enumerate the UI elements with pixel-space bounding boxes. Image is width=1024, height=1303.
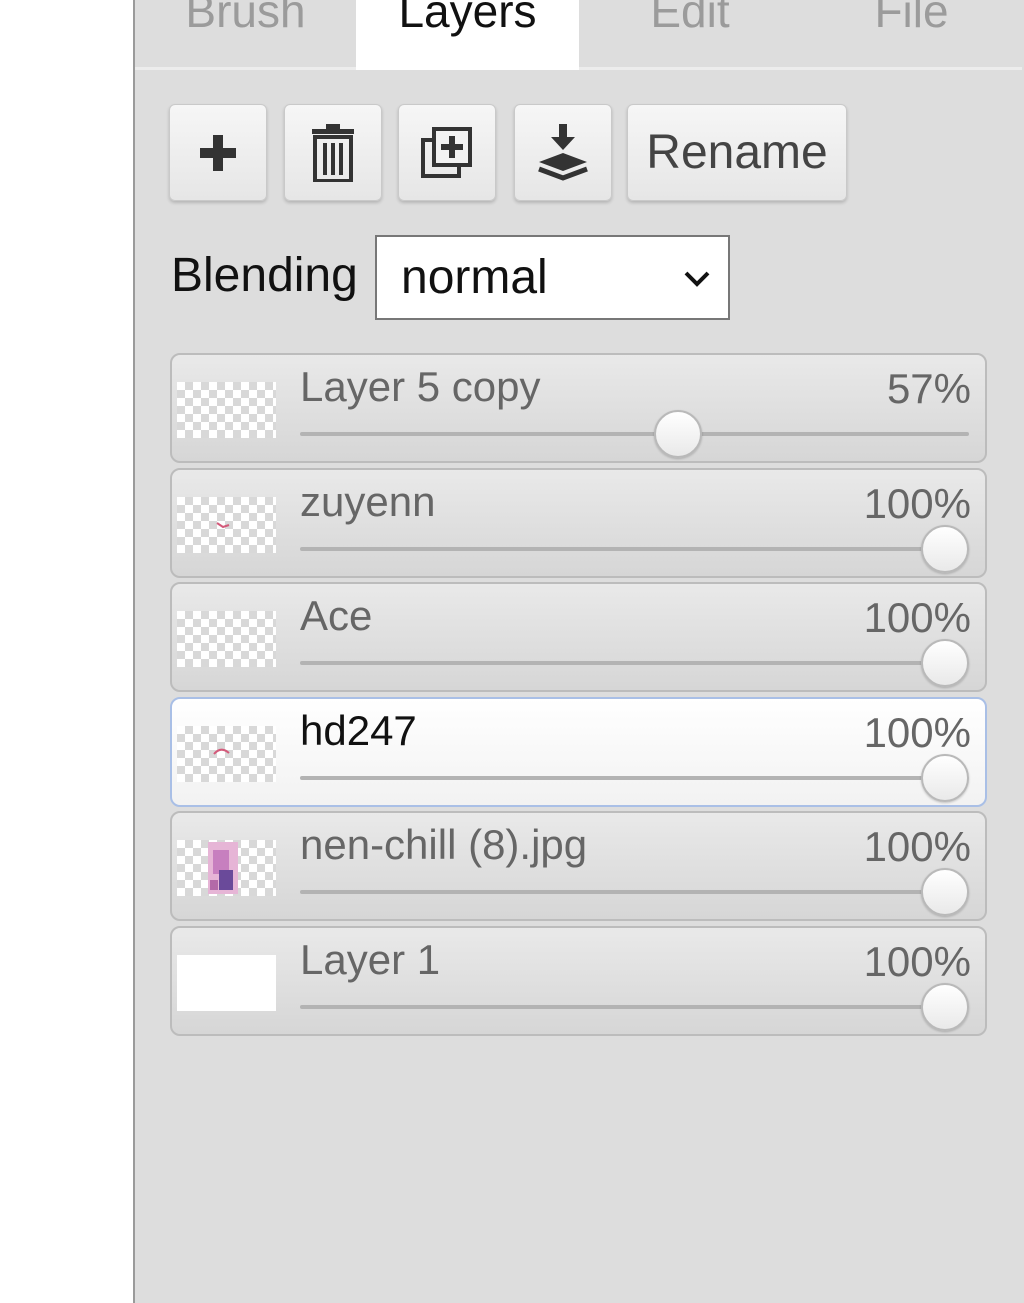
opacity-slider-thumb[interactable] bbox=[653, 410, 702, 458]
layer-thumbnail bbox=[177, 611, 276, 667]
opacity-slider-track[interactable] bbox=[300, 661, 969, 665]
duplicate-icon bbox=[421, 126, 472, 178]
opacity-slider-track[interactable] bbox=[300, 1005, 969, 1009]
layer-row[interactable]: nen-chill (8).jpg 100% bbox=[170, 811, 987, 921]
layer-thumbnail bbox=[177, 840, 276, 896]
layer-thumbnail bbox=[177, 382, 276, 438]
layer-name: hd247 bbox=[300, 707, 417, 754]
layer-thumbnail bbox=[177, 497, 276, 553]
layer-name: Ace bbox=[300, 592, 373, 639]
layer-opacity-value: 57% bbox=[886, 365, 971, 412]
opacity-slider-thumb[interactable] bbox=[921, 868, 969, 916]
blending-label: Blending bbox=[171, 249, 358, 302]
layer-name: zuyenn bbox=[300, 478, 436, 525]
image-preview bbox=[208, 842, 238, 894]
layer-row[interactable]: Layer 5 copy 57% bbox=[170, 353, 987, 463]
blending-mode-select[interactable]: normal bbox=[375, 235, 730, 320]
merge-down-button[interactable] bbox=[514, 104, 612, 201]
tab-layers-label: Layers bbox=[398, 0, 537, 37]
opacity-slider-track[interactable] bbox=[300, 547, 969, 551]
tab-brush[interactable]: Brush bbox=[135, 0, 356, 70]
layer-name: Layer 5 copy bbox=[300, 363, 541, 410]
layer-name: nen-chill (8).jpg bbox=[300, 821, 588, 868]
tab-layers[interactable]: Layers bbox=[356, 0, 579, 70]
layer-row[interactable]: zuyenn 100% bbox=[170, 468, 987, 578]
blending-mode-value: normal bbox=[401, 251, 548, 304]
stroke-mark bbox=[216, 522, 230, 529]
layer-opacity-value: 100% bbox=[863, 594, 971, 641]
layer-opacity-value: 100% bbox=[863, 480, 971, 527]
tab-file-label: File bbox=[874, 0, 949, 37]
merge-down-icon bbox=[538, 123, 588, 181]
chevron-down-icon bbox=[684, 271, 710, 287]
trash-icon bbox=[312, 123, 354, 182]
delete-layer-button[interactable] bbox=[284, 104, 382, 201]
add-layer-button[interactable] bbox=[169, 104, 267, 201]
duplicate-layer-button[interactable] bbox=[398, 104, 496, 201]
stroke-mark bbox=[213, 748, 230, 755]
layer-row-selected[interactable]: hd247 100% bbox=[170, 697, 987, 807]
opacity-slider-thumb[interactable] bbox=[921, 639, 969, 687]
tab-bar: Brush Layers Edit File bbox=[135, 0, 1022, 70]
opacity-slider-thumb[interactable] bbox=[921, 754, 969, 802]
layer-thumbnail bbox=[177, 726, 276, 782]
tab-edit-label: Edit bbox=[650, 0, 730, 37]
plus-icon bbox=[200, 134, 236, 171]
layer-opacity-value: 100% bbox=[863, 709, 971, 756]
layer-row[interactable]: Ace 100% bbox=[170, 582, 987, 692]
tab-brush-label: Brush bbox=[185, 0, 306, 37]
tab-edit[interactable]: Edit bbox=[579, 0, 801, 70]
layer-opacity-value: 100% bbox=[863, 823, 971, 870]
opacity-slider-track[interactable] bbox=[300, 776, 969, 780]
rename-layer-button[interactable]: Rename bbox=[627, 104, 847, 201]
layer-row[interactable]: Layer 1 100% bbox=[170, 926, 987, 1036]
opacity-slider-thumb[interactable] bbox=[921, 983, 969, 1031]
layer-name: Layer 1 bbox=[300, 936, 441, 983]
opacity-slider-track[interactable] bbox=[300, 432, 969, 436]
opacity-slider-thumb[interactable] bbox=[921, 525, 969, 573]
layers-panel: Brush Layers Edit File Rename Blending n… bbox=[133, 0, 1024, 1303]
layer-opacity-value: 100% bbox=[863, 938, 971, 985]
tab-file[interactable]: File bbox=[801, 0, 1022, 70]
layer-thumbnail bbox=[177, 955, 276, 1011]
opacity-slider-track[interactable] bbox=[300, 890, 969, 894]
